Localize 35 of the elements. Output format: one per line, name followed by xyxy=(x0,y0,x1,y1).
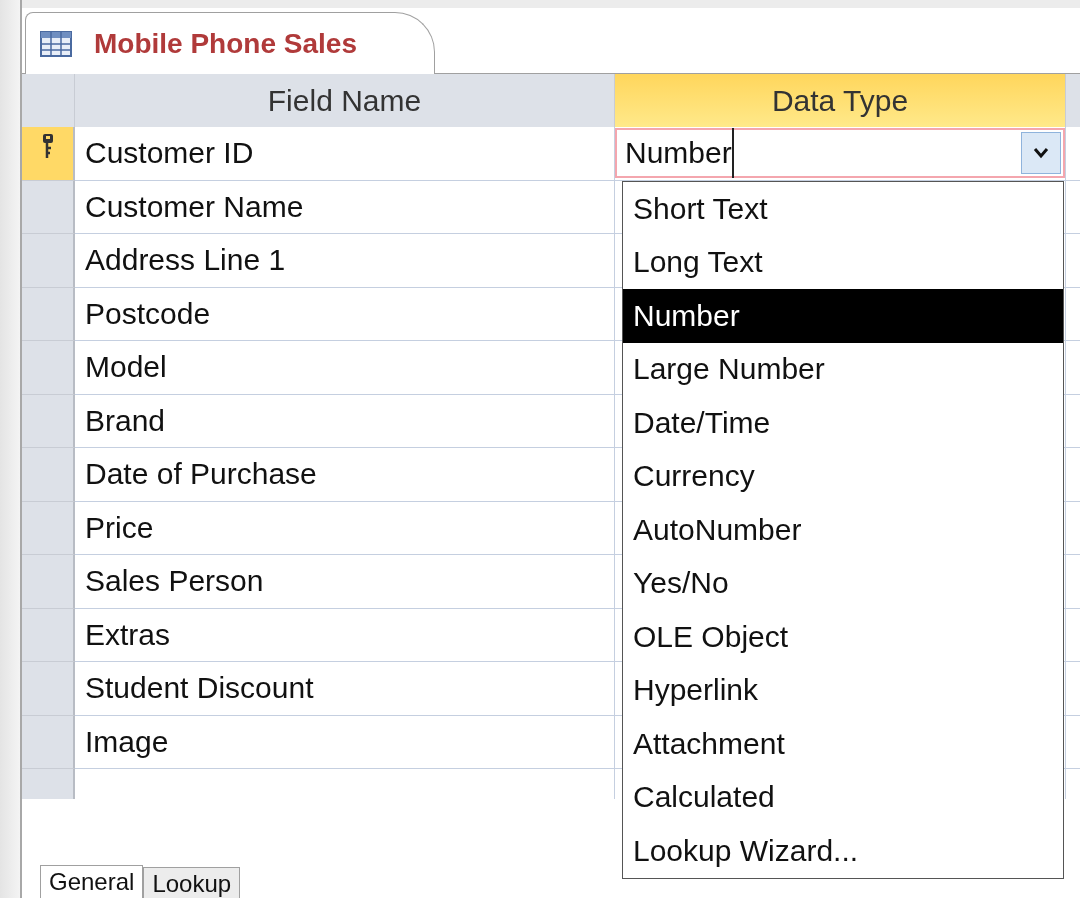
row-selector[interactable] xyxy=(22,127,75,181)
dropdown-option[interactable]: Yes/No xyxy=(623,556,1063,610)
column-header[interactable]: Data Type xyxy=(615,74,1066,127)
table-icon xyxy=(40,30,72,57)
dropdown-option[interactable]: Calculated xyxy=(623,770,1063,824)
dropdown-option[interactable]: Lookup Wizard... xyxy=(623,824,1063,878)
field-name-cell: Extras xyxy=(75,608,615,662)
field-name-cell: Address Line 1 xyxy=(75,234,615,288)
data-type-combo[interactable]: Number xyxy=(615,128,1065,178)
dropdown-option[interactable]: Number xyxy=(623,289,1063,343)
dropdown-option[interactable]: AutoNumber xyxy=(623,503,1063,557)
field-name-cell: Price xyxy=(75,501,615,555)
dropdown-option[interactable]: Hyperlink xyxy=(623,663,1063,717)
field-name-cell: Model xyxy=(75,341,615,395)
field-name-cell: Customer ID xyxy=(75,127,615,181)
properties-tab[interactable]: Lookup xyxy=(143,867,241,898)
dropdown-option[interactable]: Date/Time xyxy=(623,396,1063,450)
field-name-cell: Sales Person xyxy=(75,555,615,609)
document-tab[interactable]: Mobile Phone Sales xyxy=(25,12,435,74)
dropdown-option[interactable]: Attachment xyxy=(623,717,1063,771)
dropdown-option[interactable]: Currency xyxy=(623,449,1063,503)
properties-tab[interactable]: General xyxy=(40,865,144,898)
dropdown-option[interactable]: Long Text xyxy=(623,235,1063,289)
field-name-cell: Customer Name xyxy=(75,180,615,234)
field-name-cell: Image xyxy=(75,715,615,769)
field-name-cell: Student Discount xyxy=(75,662,615,716)
dropdown-option[interactable]: OLE Object xyxy=(623,610,1063,664)
dropdown-button[interactable] xyxy=(1021,132,1061,174)
key-icon xyxy=(41,133,54,159)
dropdown-option[interactable]: Large Number xyxy=(623,342,1063,396)
chevron-down-icon xyxy=(1033,147,1049,159)
field-name-cell: Brand xyxy=(75,394,615,448)
field-name-cell: Postcode xyxy=(75,287,615,341)
dropdown-option[interactable]: Short Text xyxy=(623,182,1063,236)
field-name-cell: Date of Purchase xyxy=(75,448,615,502)
